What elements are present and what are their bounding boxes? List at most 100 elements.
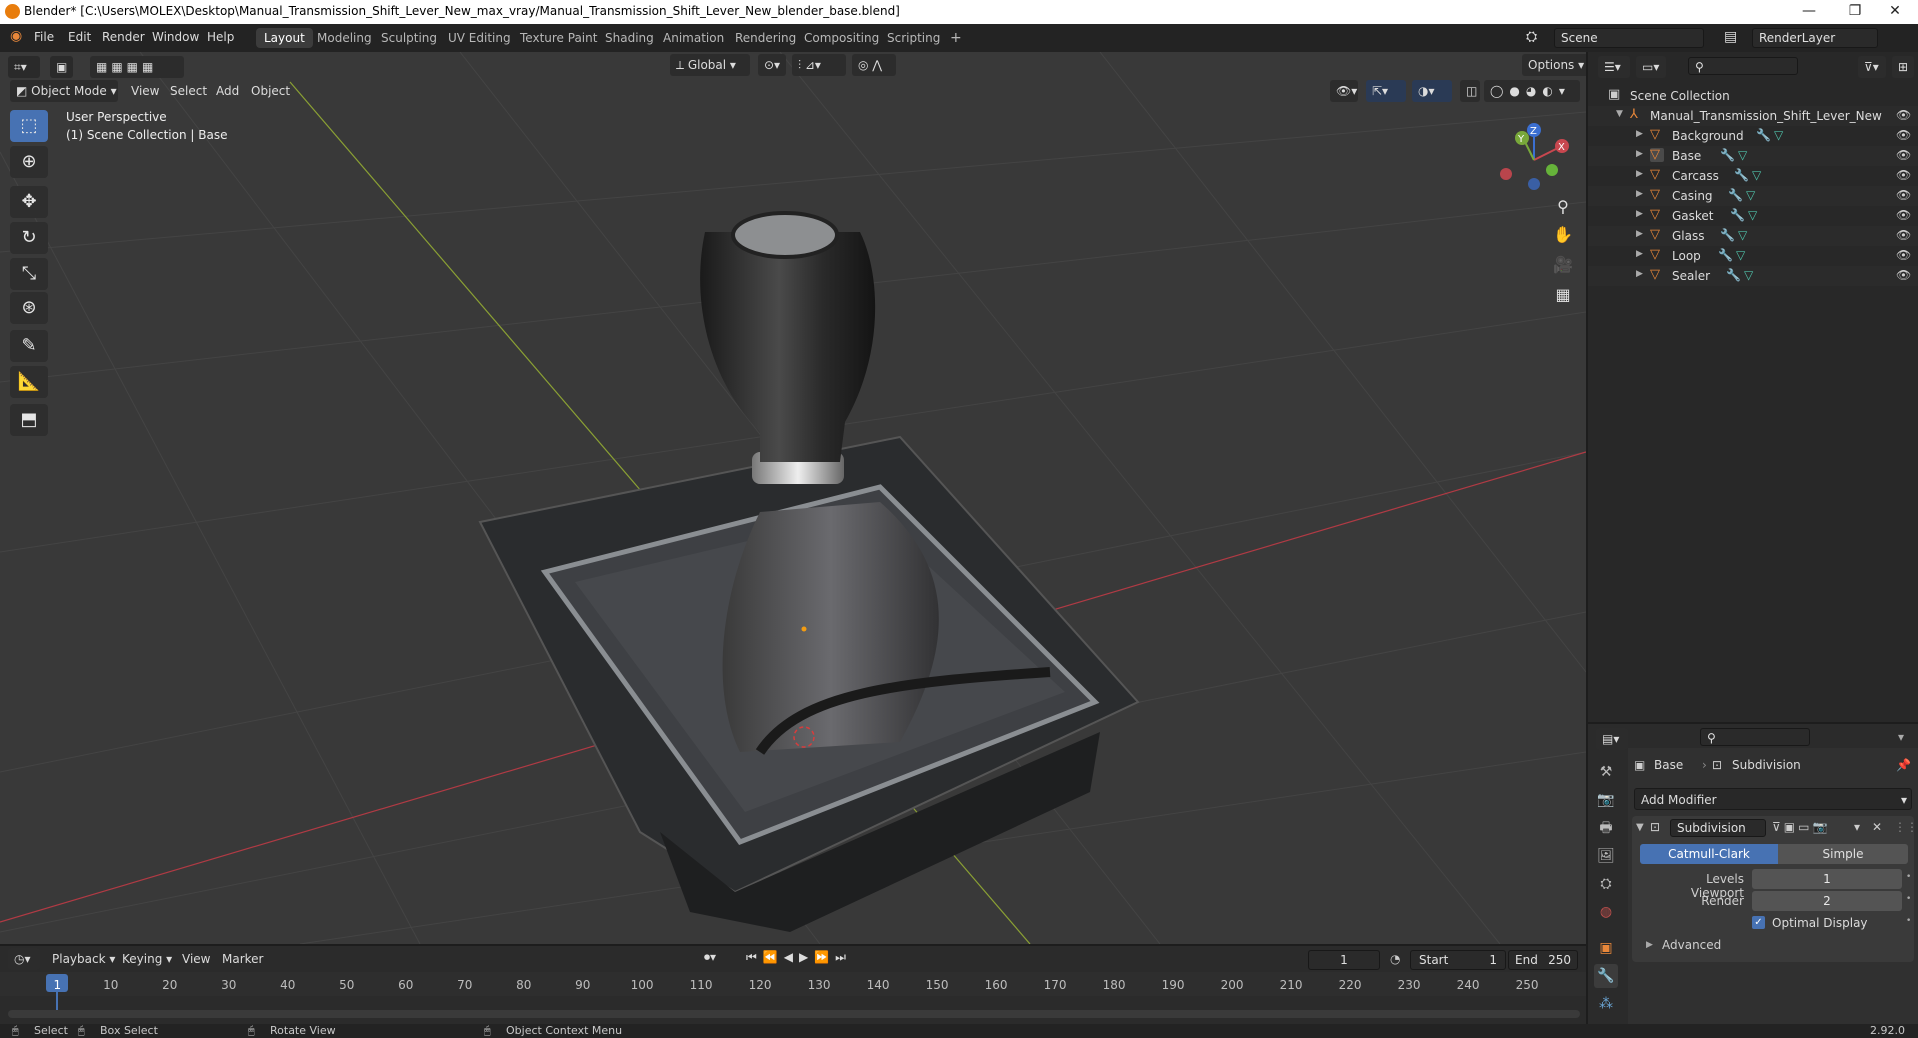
blender-menu-icon[interactable]: ◉ xyxy=(10,28,22,44)
outliner-row-casing[interactable]: ▶ ▽ Casing 🔧 ▽ 👁 xyxy=(1588,186,1918,206)
outliner-row-glass[interactable]: ▶ ▽ Glass 🔧 ▽ 👁 xyxy=(1588,226,1918,246)
menu-help[interactable]: Help xyxy=(207,30,234,44)
view-layer-icon[interactable]: ▤ xyxy=(1724,29,1737,45)
pan-view-icon[interactable]: ✋ xyxy=(1550,222,1576,248)
menu-file[interactable]: File xyxy=(34,30,54,44)
tab-texture-paint[interactable]: Texture Paint xyxy=(512,28,605,48)
selection-mode-buttons[interactable]: ▦▦▦▦ xyxy=(90,56,184,78)
ortho-toggle-icon[interactable]: ▦ xyxy=(1550,282,1576,308)
tool-tab-icon[interactable]: ⚒ xyxy=(1594,760,1618,784)
expand-arrow-icon[interactable]: ▼ xyxy=(1616,109,1623,119)
properties-editor-type-icon[interactable]: ▤▾ xyxy=(1596,728,1628,750)
tool-add-cube[interactable]: ⬒ xyxy=(10,404,48,436)
remove-modifier-icon[interactable]: ✕ xyxy=(1872,820,1882,834)
timeline-menu-playback[interactable]: Playback ▾ xyxy=(52,952,115,966)
scene-browse-icon[interactable]: ⛭ xyxy=(1526,29,1537,45)
viewport-menu-add[interactable]: Add xyxy=(216,84,239,98)
tool-cursor[interactable]: ⊕ xyxy=(10,146,48,178)
eye-icon[interactable]: 👁 xyxy=(1896,188,1911,202)
menu-window[interactable]: Window xyxy=(152,30,199,44)
add-workspace-button[interactable]: + xyxy=(942,28,970,48)
end-frame-field[interactable]: End 250 xyxy=(1508,950,1578,970)
expand-arrow-icon[interactable]: ▶ xyxy=(1636,269,1643,279)
menu-render[interactable]: Render xyxy=(102,30,145,44)
modifier-toggle-icons[interactable]: ⊽▣▭📷 xyxy=(1772,820,1830,834)
expand-arrow-icon[interactable]: ▶ xyxy=(1636,189,1643,199)
object-tab-icon[interactable]: ▣ xyxy=(1594,936,1618,960)
outliner-row-collection[interactable]: ▼ ⅄ Manual_Transmission_Shift_Lever_New … xyxy=(1588,106,1918,126)
close-button[interactable]: ✕ xyxy=(1872,0,1918,24)
eye-icon[interactable]: 👁 xyxy=(1896,128,1911,142)
view-layer-tab-icon[interactable]: 🖼 xyxy=(1594,844,1618,868)
select-tool-button[interactable]: ▣ xyxy=(50,56,74,78)
eye-icon[interactable]: 👁 xyxy=(1896,248,1911,262)
properties-search-input[interactable]: ⚲ xyxy=(1700,728,1810,746)
particles-tab-icon[interactable]: ⁂ xyxy=(1594,992,1618,1016)
shading-mode-icons[interactable]: ◯●◕◐▾ xyxy=(1484,80,1580,102)
minimize-button[interactable]: — xyxy=(1786,0,1832,24)
tab-modeling[interactable]: Modeling xyxy=(309,28,380,48)
collapse-arrow-icon[interactable]: ▼ xyxy=(1636,822,1644,833)
drag-handle-icon[interactable]: ⋮⋮ xyxy=(1894,820,1918,834)
tab-rendering[interactable]: Rendering xyxy=(727,28,804,48)
tool-annotate[interactable]: ✎ xyxy=(10,330,48,362)
navigation-gizmo[interactable]: Z X Y xyxy=(1490,112,1570,192)
visibility-icon[interactable]: 👁▾ xyxy=(1330,80,1358,102)
editor-type-button[interactable]: ⌗▾ xyxy=(8,56,40,78)
preview-range-icon[interactable]: ◔ xyxy=(1390,952,1400,966)
playback-controls[interactable]: ⏮⏪◀▶⏩⏭ xyxy=(746,950,852,965)
eye-icon[interactable]: 👁 xyxy=(1896,108,1911,122)
outliner-row-carcass[interactable]: ▶ ▽ Carcass 🔧 ▽ 👁 xyxy=(1588,166,1918,186)
new-collection-icon[interactable]: ⊞ xyxy=(1892,56,1914,78)
advanced-subpanel[interactable]: Advanced xyxy=(1662,938,1721,952)
viewport-menu-view[interactable]: View xyxy=(131,84,159,98)
timeline-scrollbar[interactable] xyxy=(8,1010,1580,1018)
eye-icon[interactable]: 👁 xyxy=(1896,268,1911,282)
outliner-search-input[interactable]: ⚲ xyxy=(1688,57,1798,75)
world-tab-icon[interactable]: ◍ xyxy=(1594,900,1618,924)
render-tab-icon[interactable]: 📷 xyxy=(1594,788,1618,812)
snap-icon[interactable]: ⫶ ⊿▾ xyxy=(792,54,846,76)
tool-scale[interactable]: ⤡ xyxy=(10,258,48,290)
eye-icon[interactable]: 👁 xyxy=(1896,148,1911,162)
modifier-name-field[interactable]: Subdivision xyxy=(1670,819,1766,837)
modifier-menu-icon[interactable]: ▾ xyxy=(1854,820,1860,834)
record-icon[interactable]: ⏺▾ xyxy=(704,950,716,965)
expand-arrow-icon[interactable]: ▶ xyxy=(1636,129,1643,139)
outliner-row-sealer[interactable]: ▶ ▽ Sealer 🔧 ▽ 👁 xyxy=(1588,266,1918,286)
overlay-toggle-icon[interactable]: ◑▾ xyxy=(1412,80,1452,102)
catmull-clark-button[interactable]: Catmull-Clark xyxy=(1640,844,1778,864)
render-levels-field[interactable]: 2 xyxy=(1752,891,1902,911)
expand-arrow-icon[interactable]: ▶ xyxy=(1636,209,1643,219)
gizmo-toggle-icon[interactable]: ⇱▾ xyxy=(1366,80,1406,102)
expand-arrow-icon[interactable]: ▶ xyxy=(1646,940,1653,950)
tool-select-box[interactable]: ⬚ xyxy=(10,110,48,142)
add-modifier-dropdown[interactable]: Add Modifier ▾ xyxy=(1634,788,1912,810)
timeline-menu-view[interactable]: View xyxy=(182,952,210,966)
tool-move[interactable]: ✥ xyxy=(10,186,48,218)
simple-button[interactable]: Simple xyxy=(1778,844,1908,864)
tool-transform[interactable]: ⊛ xyxy=(10,292,48,324)
expand-arrow-icon[interactable]: ▶ xyxy=(1636,169,1643,179)
tab-scripting[interactable]: Scripting xyxy=(879,28,948,48)
viewport-menu-select[interactable]: Select xyxy=(170,84,207,98)
panel-options-icon[interactable]: ▾ xyxy=(1898,730,1904,744)
keyframe-dot-icon[interactable]: • xyxy=(1906,872,1911,882)
xray-toggle-icon[interactable]: ◫ xyxy=(1460,80,1480,102)
menu-edit[interactable]: Edit xyxy=(68,30,91,44)
keyframe-dot-icon[interactable]: • xyxy=(1906,916,1911,926)
outliner-display-mode-icon[interactable]: ▭▾ xyxy=(1636,56,1666,78)
object-mode-dropdown[interactable]: ◩ Object Mode ▾ xyxy=(10,80,118,102)
eye-icon[interactable]: 👁 xyxy=(1896,208,1911,222)
tab-animation[interactable]: Animation xyxy=(655,28,732,48)
outliner-row-scene-collection[interactable]: ▣ Scene Collection xyxy=(1588,86,1918,106)
tab-sculpting[interactable]: Sculpting xyxy=(373,28,445,48)
render-layer-field[interactable]: RenderLayer xyxy=(1752,28,1878,48)
outliner-row-loop[interactable]: ▶ ▽ Loop 🔧 ▽ 👁 xyxy=(1588,246,1918,266)
tab-shading[interactable]: Shading xyxy=(597,28,662,48)
levels-viewport-field[interactable]: 1 xyxy=(1752,869,1902,889)
pivot-point-icon[interactable]: ⊙▾ xyxy=(758,54,786,76)
expand-arrow-icon[interactable]: ▶ xyxy=(1636,149,1643,159)
scene-tab-icon[interactable]: ⛭ xyxy=(1594,872,1618,896)
timeline-menu-marker[interactable]: Marker xyxy=(222,952,263,966)
